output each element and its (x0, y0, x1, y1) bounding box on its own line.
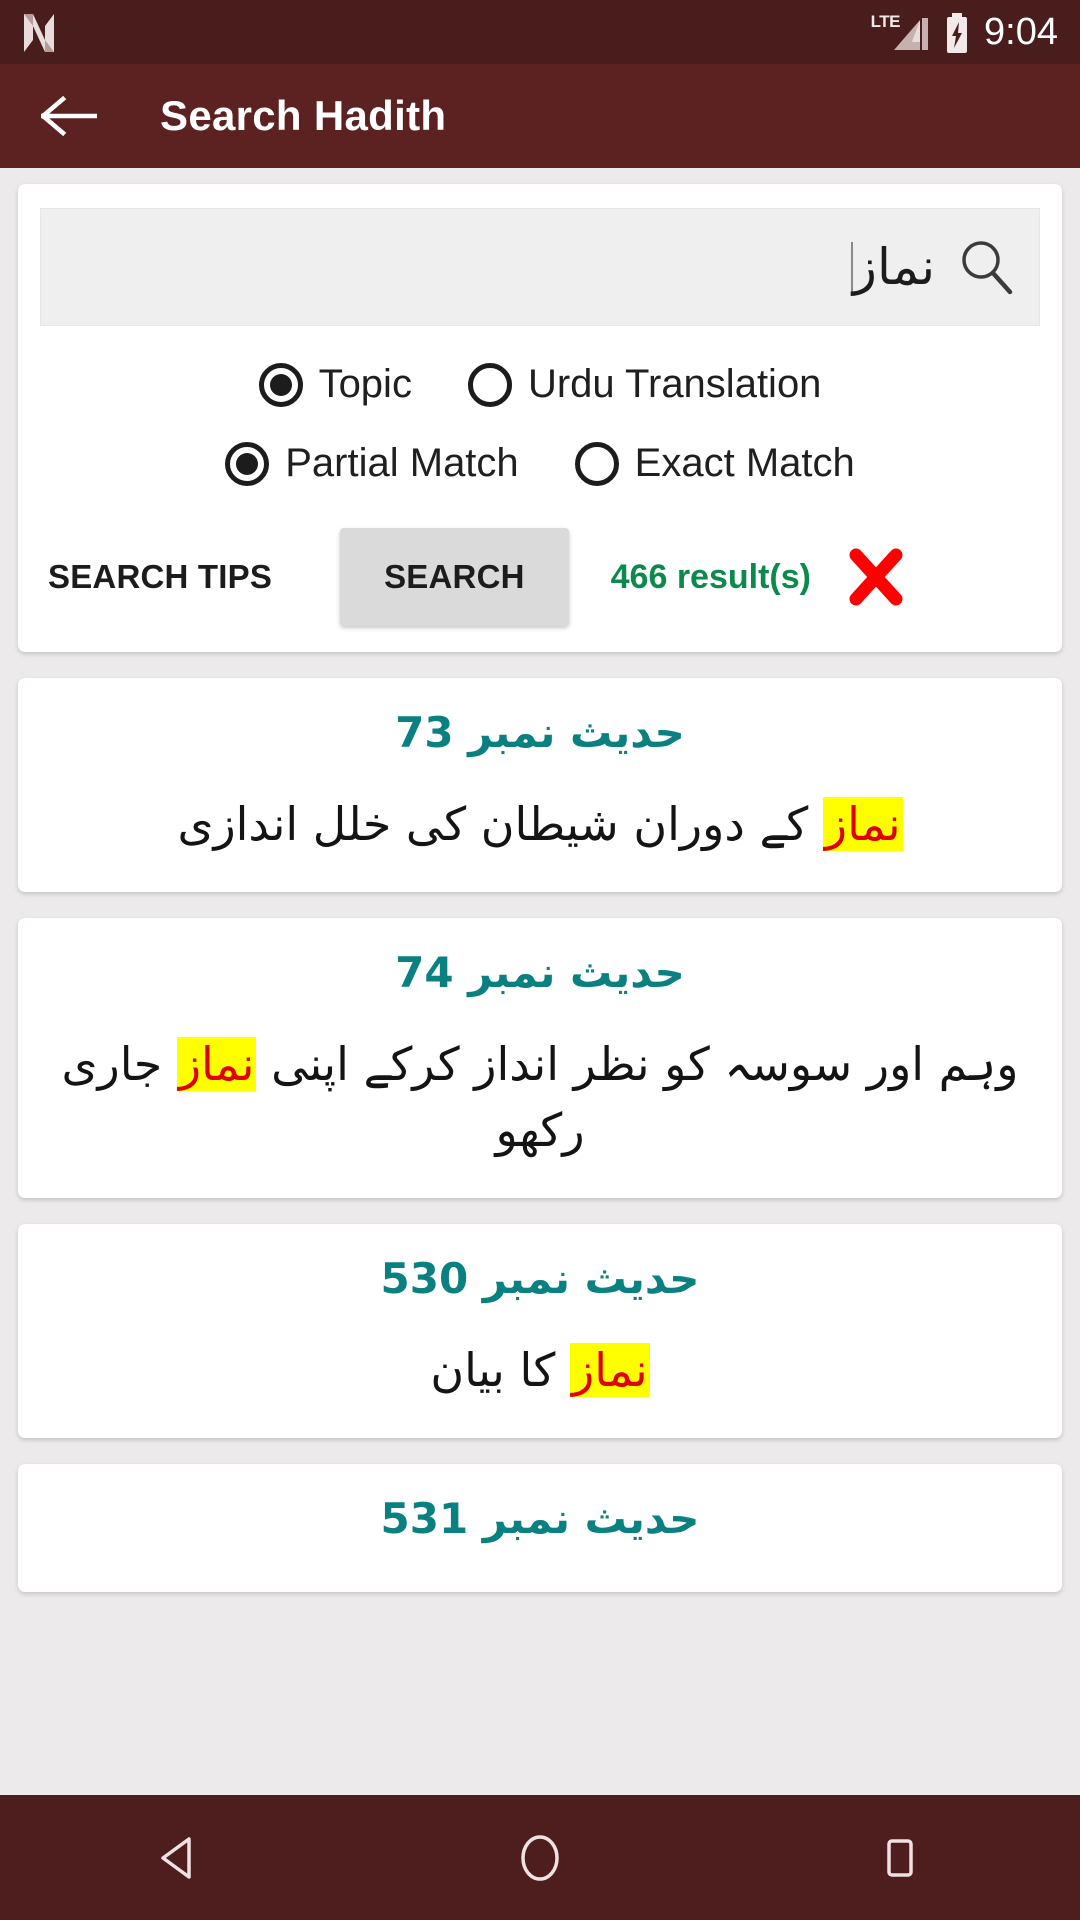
radio-label-partial-match: Partial Match (285, 441, 519, 485)
back-arrow-icon[interactable] (40, 87, 98, 145)
result-text: نماز کے دوران شیطان کی خلل اندازی (46, 791, 1034, 858)
radio-option-topic[interactable]: Topic (258, 362, 412, 407)
result-card[interactable]: حدیث نمبر 530 نماز کا بیان (18, 1224, 1062, 1438)
page-title: Search Hadith (160, 92, 447, 139)
result-text: وہم اور سوسہ کو نظر انداز کرکے اپنی نماز… (46, 1031, 1034, 1164)
nav-recents-square-icon[interactable] (840, 1818, 960, 1898)
radio-option-urdu-translation[interactable]: Urdu Translation (467, 362, 822, 407)
battery-charging-icon (944, 12, 970, 53)
app-screen: LTE 9:04 Search Hadith نماز Topic Urdu T… (0, 0, 1080, 1920)
result-count-label: 466 result(s) (610, 557, 811, 596)
result-text-highlight: نماز (176, 1036, 257, 1091)
search-input[interactable]: نماز (40, 208, 1040, 326)
signal-bars-icon (890, 12, 930, 52)
status-bar-left (22, 12, 56, 52)
result-text-after: کے دوران شیطان کی خلل اندازی (177, 797, 823, 851)
search-input-value: نماز (850, 242, 945, 292)
status-bar-clock: 9:04 (984, 10, 1058, 53)
scope-radio-group: Topic Urdu Translation (40, 362, 1040, 407)
result-card[interactable]: حدیث نمبر 73 نماز کے دوران شیطان کی خلل … (18, 678, 1062, 892)
radio-label-topic: Topic (318, 362, 412, 406)
radio-button-exact-match-icon[interactable] (574, 441, 619, 486)
android-n-logo-icon (22, 12, 56, 52)
network-indicator: LTE (859, 12, 930, 52)
radio-label-exact-match: Exact Match (634, 441, 855, 485)
app-bar: Search Hadith (0, 64, 1080, 168)
result-number: حدیث نمبر 530 (380, 1254, 700, 1304)
red-cross-clear-icon[interactable] (847, 548, 905, 606)
radio-button-partial-match-icon[interactable] (225, 441, 270, 486)
content-scroll-area[interactable]: نماز Topic Urdu Translation Partial Matc… (0, 168, 1080, 1795)
result-text-before: وہم اور سوسہ کو نظر انداز کرکے اپنی (256, 1036, 1019, 1091)
result-number: حدیث نمبر 531 (380, 1493, 700, 1543)
status-bar-right: LTE 9:04 (859, 11, 1058, 54)
nav-home-circle-icon[interactable] (480, 1818, 600, 1898)
android-nav-bar (0, 1795, 1080, 1920)
radio-button-topic-icon[interactable] (258, 362, 303, 407)
search-panel-card: نماز Topic Urdu Translation Partial Matc… (18, 184, 1062, 652)
search-action-row: SEARCH TIPS SEARCH 466 result(s) (40, 528, 1040, 626)
match-radio-group: Partial Match Exact Match (40, 441, 1040, 486)
result-card[interactable]: حدیث نمبر 531 (18, 1463, 1062, 1592)
status-bar: LTE 9:04 (0, 0, 1080, 64)
result-text: نماز کا بیان (46, 1337, 1034, 1404)
result-text-after: کا بیان (430, 1343, 570, 1398)
nav-back-triangle-icon[interactable] (120, 1818, 240, 1898)
search-tips-button[interactable]: SEARCH TIPS (48, 558, 272, 596)
result-text-highlight: نماز (822, 797, 903, 851)
result-text-highlight: نماز (570, 1343, 650, 1398)
magnifier-icon[interactable] (955, 236, 1017, 298)
result-number: حدیث نمبر 74 (395, 947, 685, 997)
search-button[interactable]: SEARCH (340, 528, 569, 626)
radio-label-urdu-translation: Urdu Translation (527, 362, 822, 406)
result-number: حدیث نمبر 73 (395, 708, 685, 757)
radio-button-urdu-translation-icon[interactable] (467, 362, 512, 407)
result-card[interactable]: حدیث نمبر 74 وہم اور سوسہ کو نظر انداز ک… (18, 917, 1062, 1199)
radio-option-partial-match[interactable]: Partial Match (225, 441, 519, 486)
radio-option-exact-match[interactable]: Exact Match (574, 441, 855, 486)
